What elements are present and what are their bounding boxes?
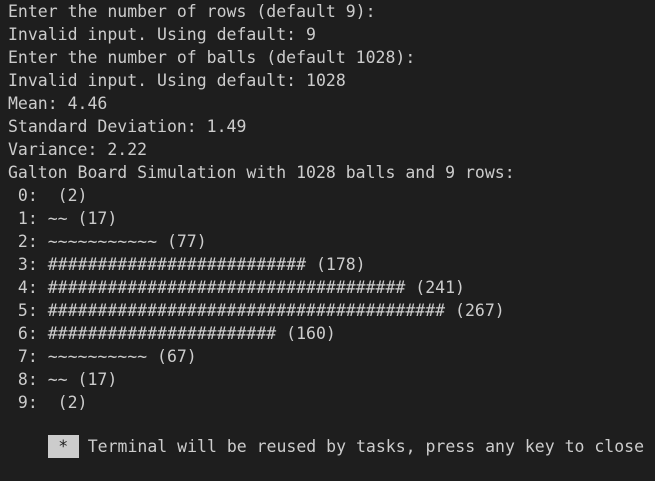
prompt-rows-line: Enter the number of rows (default 9):: [8, 2, 376, 21]
std-dev-line: Standard Deviation: 1.49: [8, 117, 247, 136]
histogram-row-7: 7: ~~~~~~~~~~ (67): [8, 347, 197, 366]
simulation-header-line: Galton Board Simulation with 1028 balls …: [8, 163, 515, 182]
histogram-row-0: 0: (2): [8, 186, 88, 205]
histogram-row-5: 5: #####################################…: [8, 301, 505, 320]
histogram-row-4: 4: #################################### …: [8, 278, 465, 297]
histogram-row-1: 1: ~~ (17): [8, 209, 118, 228]
balls-default-line: Invalid input. Using default: 1028: [8, 71, 346, 90]
terminal-reuse-notice: * Terminal will be reused by tasks, press…: [8, 412, 655, 458]
histogram-row-3: 3: ########################## (178): [8, 255, 366, 274]
rows-default-line: Invalid input. Using default: 9: [8, 25, 316, 44]
reuse-message: Terminal will be reused by tasks, press …: [87, 437, 655, 456]
terminal-panel[interactable]: Enter the number of rows (default 9): In…: [0, 0, 655, 458]
prompt-balls-line: Enter the number of balls (default 1028)…: [8, 48, 416, 67]
reuse-marker-badge: *: [47, 435, 79, 458]
histogram-row-8: 8: ~~ (17): [8, 370, 118, 389]
mean-line: Mean: 4.46: [8, 94, 108, 113]
variance-line: Variance: 2.22: [8, 140, 148, 159]
histogram-row-9: 9: (2): [8, 393, 88, 412]
histogram-row-6: 6: ####################### (160): [8, 324, 336, 343]
histogram-row-2: 2: ~~~~~~~~~~~ (77): [8, 232, 207, 251]
